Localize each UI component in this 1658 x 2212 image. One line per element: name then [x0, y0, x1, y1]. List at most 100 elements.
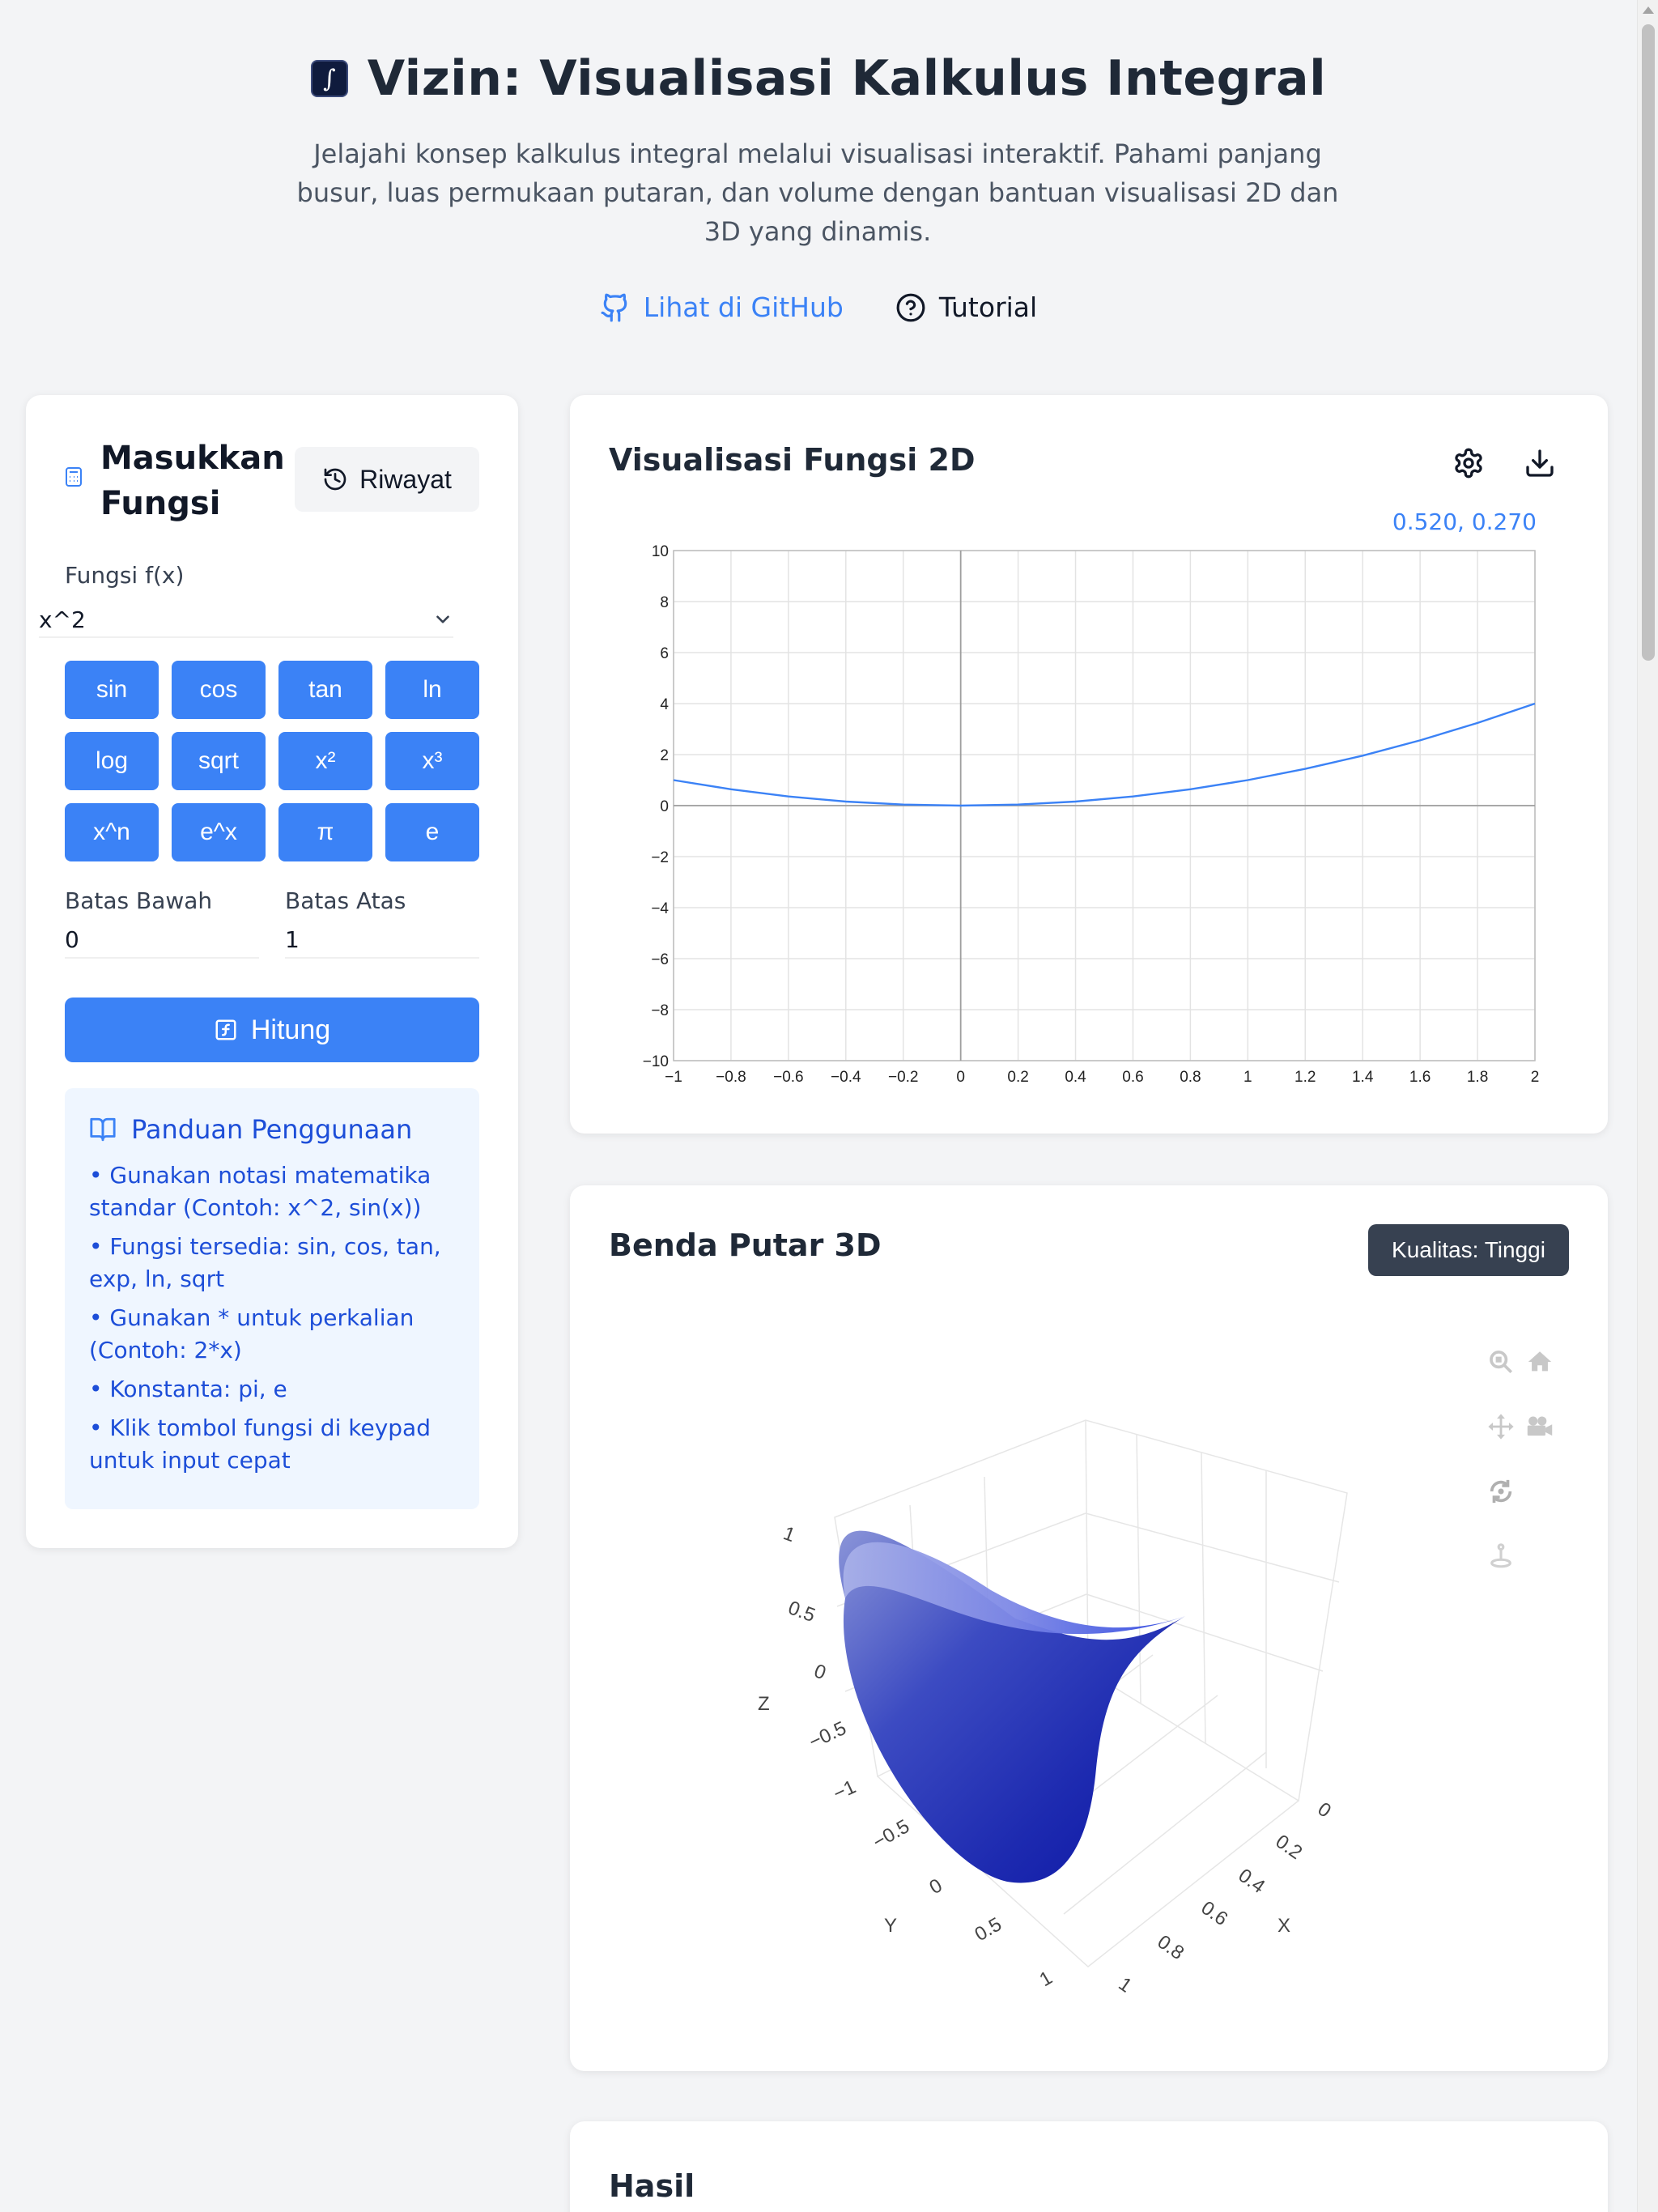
- upper-bound-label: Batas Atas: [285, 887, 406, 914]
- lower-bound-label: Batas Bawah: [65, 887, 213, 914]
- key-x-power-n[interactable]: x^n: [65, 803, 159, 861]
- book-open-icon: [90, 1117, 116, 1142]
- y-tick-label: 6: [660, 645, 669, 662]
- scrollbar-thumb[interactable]: [1642, 24, 1655, 661]
- guide-item: • Konstanta: pi, e: [89, 1376, 287, 1402]
- page-title: Vizin: Visualisasi Kalkulus Integral: [367, 50, 1327, 107]
- x-tick: 0: [1314, 1798, 1335, 1823]
- github-icon: [601, 293, 627, 321]
- usage-guide-title: Panduan Penggunaan: [131, 1114, 413, 1145]
- history-icon: [324, 468, 346, 491]
- visualization-2d-card: Visualisasi Fungsi 2D 0.520, 0.270 −1 −0.…: [570, 395, 1608, 1134]
- x-tick-label: −1: [665, 1069, 682, 1086]
- page: ∫ Vizin: Visualisasi Kalkulus Integral J…: [0, 0, 1637, 2212]
- history-button[interactable]: Riwayat: [295, 447, 479, 512]
- github-link-label: Lihat di GitHub: [643, 291, 844, 323]
- x-tick: 0.8: [1154, 1931, 1188, 1964]
- function-select[interactable]: x^2: [39, 602, 453, 638]
- key-cos[interactable]: cos: [172, 661, 266, 719]
- y-tick-label: −6: [651, 951, 669, 968]
- x-tick-label: 1.4: [1352, 1069, 1374, 1086]
- lower-bound-input[interactable]: 0: [65, 923, 259, 959]
- key-e[interactable]: e: [385, 803, 479, 861]
- calculate-button-label: Hitung: [250, 1014, 331, 1045]
- y-tick-label: −4: [651, 900, 669, 917]
- key-ln[interactable]: ln: [385, 661, 479, 719]
- y-tick-label: −2: [651, 849, 669, 866]
- key-log[interactable]: log: [65, 732, 159, 790]
- guide-item: • Gunakan notasi matematika standar (Con…: [89, 1162, 432, 1221]
- x-tick-label: 0.8: [1180, 1069, 1201, 1086]
- calculate-button[interactable]: Hitung: [65, 998, 479, 1062]
- x-tick: 0.6: [1197, 1897, 1232, 1930]
- guide-item: • Klik tombol fungsi di keypad untuk inp…: [89, 1414, 431, 1474]
- x-tick-label: −0.6: [773, 1069, 804, 1086]
- page-scrollbar[interactable]: [1637, 0, 1658, 2212]
- help-circle-icon: [896, 293, 925, 321]
- usage-guide-header: Panduan Penggunaan: [89, 1114, 455, 1145]
- guide-item: • Fungsi tersedia: sin, cos, tan, exp, l…: [89, 1233, 441, 1292]
- key-x-cubed[interactable]: x³: [385, 732, 479, 790]
- function-select-value: x^2: [39, 606, 86, 633]
- header-links: Lihat di GitHub Tutorial: [0, 291, 1637, 323]
- key-sqrt[interactable]: sqrt: [172, 732, 266, 790]
- x-tick: 0.2: [1272, 1831, 1307, 1864]
- key-x-squared[interactable]: x²: [278, 732, 372, 790]
- function-label: Fungsi f(x): [65, 562, 185, 589]
- key-tan[interactable]: tan: [278, 661, 372, 719]
- y-tick: 0.5: [971, 1913, 1005, 1946]
- tutorial-link[interactable]: Tutorial: [895, 291, 1037, 323]
- tutorial-link-label: Tutorial: [938, 291, 1038, 323]
- x-tick-label: 1.6: [1409, 1069, 1431, 1086]
- results-title: Hasil: [609, 2168, 695, 2204]
- axis-y-title: Y: [884, 1915, 897, 1937]
- axis-x-title: X: [1278, 1915, 1290, 1937]
- x-tick: 0.4: [1235, 1865, 1269, 1898]
- x-tick-label: 0.4: [1065, 1069, 1086, 1086]
- z-tick: −1: [830, 1776, 859, 1805]
- function-square-icon: [215, 1019, 236, 1040]
- solid-3d-plot[interactable]: Z 1 0.5 0 −0.5 −1 Y −0.5 0 0.5 1 X 0 0.2…: [570, 1185, 1608, 2071]
- x-tick-label: 0: [956, 1069, 965, 1086]
- github-link[interactable]: Lihat di GitHub: [600, 291, 844, 323]
- title-row: ∫ Vizin: Visualisasi Kalkulus Integral: [0, 50, 1637, 107]
- y-tick-label: 10: [652, 543, 669, 560]
- x-tick-label: 0.2: [1007, 1069, 1028, 1086]
- function-2d-plot[interactable]: −1 −0.8 −0.6 −0.4 −0.2 0 0.2 0.4 0.6 0.8 1 1.2 1.4 1.…: [570, 395, 1608, 1134]
- axis-z-title: Z: [758, 1693, 770, 1715]
- x-tick-label: 1: [1244, 1069, 1252, 1086]
- usage-guide: Panduan Penggunaan • Gunakan notasi mate…: [65, 1088, 479, 1509]
- x-tick-label: 2: [1531, 1069, 1540, 1086]
- solid-of-revolution-card: Benda Putar 3D Kualitas: Tinggi Z 1 0.5 …: [570, 1185, 1608, 2071]
- history-button-label: Riwayat: [359, 464, 452, 494]
- x-tick-label: −0.2: [888, 1069, 919, 1086]
- page-subtitle: Jelajahi konsep kalkulus integral melalu…: [296, 138, 1339, 247]
- integral-logo-icon: ∫: [310, 60, 348, 97]
- y-tick: 1: [1036, 1967, 1056, 1991]
- calculator-icon: [66, 467, 82, 487]
- key-sin[interactable]: sin: [65, 661, 159, 719]
- z-tick: 0.5: [785, 1597, 818, 1627]
- y-tick-label: 0: [660, 798, 669, 815]
- y-tick-label: −10: [643, 1053, 669, 1070]
- results-card: Hasil: [570, 2121, 1608, 2212]
- x-tick-label: 1.8: [1467, 1069, 1488, 1086]
- x-tick-label: −0.8: [716, 1069, 746, 1086]
- y-tick-label: 8: [660, 594, 669, 611]
- key-e-power-x[interactable]: e^x: [172, 803, 266, 861]
- x-tick-label: 1.2: [1295, 1069, 1316, 1086]
- z-tick: 1: [780, 1522, 798, 1546]
- y-tick-label: 4: [660, 696, 669, 713]
- z-tick: −0.5: [806, 1717, 849, 1753]
- chevron-down-icon: [436, 615, 449, 623]
- upper-bound-input[interactable]: 1: [285, 923, 479, 959]
- x-tick-label: −0.4: [831, 1069, 861, 1086]
- y-tick: −0.5: [869, 1815, 914, 1853]
- x-tick-label: 0.6: [1122, 1069, 1143, 1086]
- key-pi[interactable]: π: [278, 803, 372, 861]
- scroll-up-arrow-icon[interactable]: [1643, 6, 1654, 14]
- z-tick: 0: [811, 1660, 829, 1684]
- input-card-header: Masukkan Fungsi: [65, 436, 287, 526]
- x-tick: 1: [1115, 1973, 1136, 1997]
- input-card-title: Masukkan Fungsi: [100, 440, 285, 522]
